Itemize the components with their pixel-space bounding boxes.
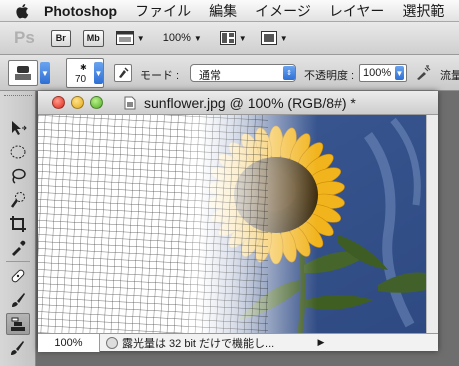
- brush-panel-toggle[interactable]: [114, 64, 132, 82]
- quick-selection-icon: [10, 192, 25, 208]
- bandage-icon: [11, 269, 25, 283]
- updown-arrow-icon: ⇕: [283, 66, 295, 80]
- quick-selection-tool[interactable]: [6, 189, 30, 211]
- mode-label: モード :: [140, 70, 180, 82]
- menu-select[interactable]: 選択範: [402, 1, 444, 21]
- application-bar: Ps Br Mb ▼ 100% ▼ ▼ ▼: [0, 22, 459, 55]
- status-menu-arrow-icon[interactable]: ▶: [314, 336, 328, 350]
- screen-mode-button[interactable]: ▼: [260, 31, 288, 45]
- brush-panel-icon: [119, 67, 129, 78]
- filmstrip-icon: [115, 31, 134, 45]
- status-zoom-field[interactable]: 100%: [38, 333, 100, 352]
- arrange-icon: [219, 31, 236, 45]
- zoom-level-value: 100%: [162, 32, 191, 44]
- eyedropper-icon: [12, 240, 26, 256]
- screen-mode-icon: [260, 31, 277, 45]
- brush-icon: [12, 293, 25, 307]
- brush-tool[interactable]: [6, 289, 30, 311]
- move-tool[interactable]: [6, 117, 30, 139]
- eraser-tool[interactable]: [6, 361, 30, 366]
- vertical-scrollbar[interactable]: [426, 115, 438, 333]
- chevron-down-icon: ▼: [193, 33, 202, 43]
- menu-bar: Photoshop ファイル 編集 イメージ レイヤー 選択範: [0, 0, 459, 22]
- apple-icon[interactable]: [14, 2, 32, 20]
- chevron-down-icon: ▼: [40, 62, 50, 84]
- ps-logo: Ps: [14, 28, 35, 47]
- brush-size-value: 70: [75, 74, 87, 85]
- menu-image[interactable]: イメージ: [255, 1, 311, 21]
- status-info-icon: [106, 336, 118, 349]
- zoom-button[interactable]: [90, 96, 103, 109]
- clone-stamp-tool[interactable]: [6, 313, 30, 335]
- document-status-bar: 100% 露光量は 32 bit だけで機能し... ▶: [38, 333, 438, 352]
- menu-layer[interactable]: レイヤー: [329, 1, 385, 21]
- mesh-fade: [188, 115, 288, 333]
- status-message: 露光量は 32 bit だけで機能し...: [122, 337, 275, 350]
- document-title-bar[interactable]: sunflower.jpg @ 100% (RGB/8#) *: [38, 91, 438, 115]
- history-brush-icon: [11, 341, 24, 355]
- zoom-level-dropdown[interactable]: 100% ▼: [163, 32, 202, 44]
- stamp-icon: [11, 317, 25, 331]
- panel-grip: [4, 95, 32, 98]
- sunflower-image: [38, 115, 426, 333]
- mini-bridge-button[interactable]: Mb: [82, 29, 104, 47]
- document-window: sunflower.jpg @ 100% (RGB/8#) * 100% 露光量…: [38, 91, 438, 352]
- menu-edit[interactable]: 編集: [209, 1, 237, 21]
- menu-file[interactable]: ファイル: [135, 1, 191, 21]
- airbrush-button[interactable]: [413, 64, 433, 82]
- arrange-documents-button[interactable]: ▼: [219, 31, 247, 45]
- image-canvas[interactable]: [38, 115, 426, 333]
- view-extras-button[interactable]: ▼: [115, 31, 145, 45]
- options-bar: ▼ ✱ 70 ▼ モード : 通常 ⇕ 不透明度 : 100% ▼ 流量: [0, 55, 459, 91]
- minimize-button[interactable]: [71, 96, 84, 109]
- bridge-button[interactable]: Br: [50, 29, 71, 47]
- brush-dot-icon: ✱: [80, 63, 87, 72]
- tools-panel: [0, 91, 36, 366]
- airbrush-icon: [417, 65, 431, 80]
- chevron-down-icon: ▼: [395, 66, 404, 80]
- close-button[interactable]: [52, 96, 65, 109]
- mode-value: 通常: [199, 70, 221, 82]
- eyedropper-tool[interactable]: [6, 237, 30, 259]
- tool-preset-picker[interactable]: ▼: [8, 60, 52, 86]
- opacity-value: 100%: [363, 67, 392, 79]
- app-menu[interactable]: Photoshop: [44, 3, 117, 19]
- chevron-down-icon: ▼: [94, 62, 103, 84]
- flow-label: 流量: [440, 70, 459, 82]
- move-icon: [12, 121, 27, 135]
- healing-brush-tool[interactable]: [6, 265, 30, 287]
- document-title: sunflower.jpg @ 100% (RGB/8#) *: [144, 95, 356, 111]
- opacity-field[interactable]: 100% ▼: [359, 64, 407, 82]
- history-brush-tool[interactable]: [6, 337, 30, 359]
- elliptical-marquee-icon: [10, 145, 26, 159]
- brush-preset-picker[interactable]: ✱ 70 ▼: [66, 58, 104, 88]
- crop-icon: [10, 216, 26, 232]
- lasso-icon: [12, 168, 26, 184]
- mode-select[interactable]: 通常 ⇕: [190, 64, 296, 82]
- lasso-tool[interactable]: [6, 165, 30, 187]
- tool-divider: [6, 261, 30, 262]
- sponge-tool-icon: [8, 60, 38, 86]
- crop-tool[interactable]: [6, 213, 30, 235]
- marquee-tool[interactable]: [6, 141, 30, 163]
- opacity-label: 不透明度 :: [304, 70, 355, 82]
- document-file-icon: [124, 96, 136, 113]
